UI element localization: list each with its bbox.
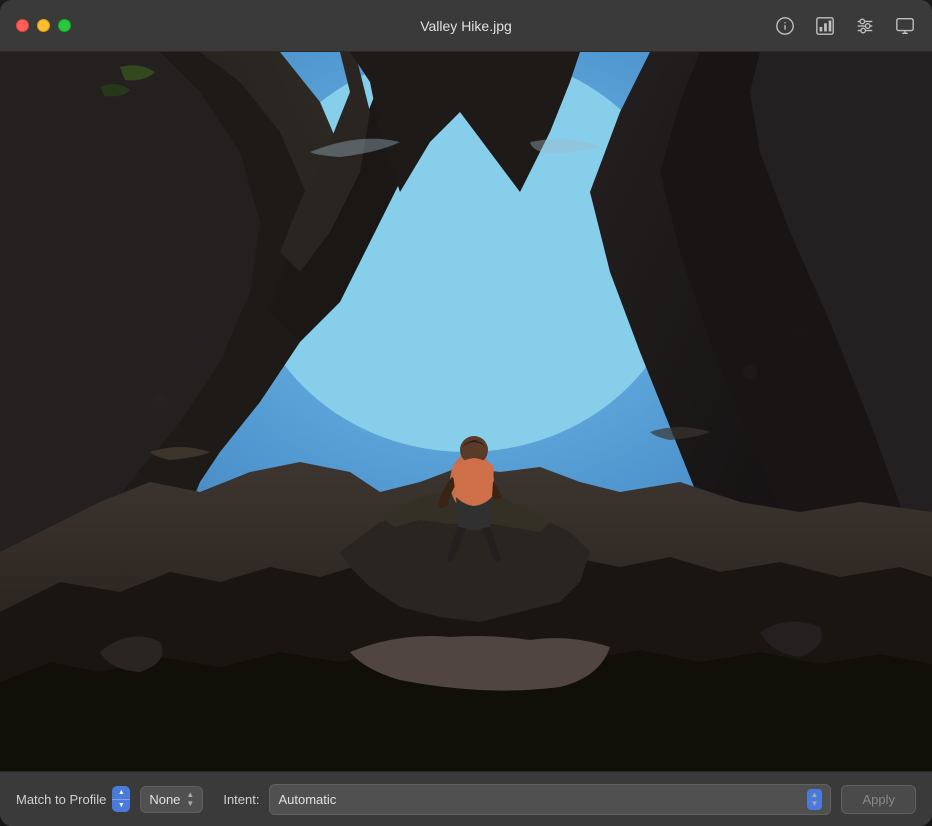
match-to-profile-stepper[interactable]: ▲ ▼ [112,786,130,812]
traffic-lights [16,19,71,32]
toolbar-icons [774,15,916,37]
intent-value: Automatic [278,792,336,807]
intent-chevron-down-icon: ▼ [811,800,819,808]
match-to-profile-wrapper: Match to Profile ▲ ▼ [16,786,130,812]
image-area [0,52,932,771]
stepper-down-icon[interactable]: ▼ [112,800,130,813]
profile-chevrons: ▲ ▼ [186,791,194,808]
profile-value: None [149,792,180,807]
photo-canvas [0,52,932,771]
title-bar: Valley Hike.jpg [0,0,932,52]
info-icon[interactable] [774,15,796,37]
photo-image [0,52,932,771]
window-title: Valley Hike.jpg [420,18,512,34]
histogram-icon[interactable] [814,15,836,37]
intent-chevrons[interactable]: ▲ ▼ [807,789,823,810]
chevron-down-icon: ▼ [186,800,194,808]
bottom-bar: Match to Profile ▲ ▼ None ▲ ▼ Intent: Au… [0,771,932,826]
maximize-button[interactable] [58,19,71,32]
chevron-up-icon: ▲ [186,791,194,799]
minimize-button[interactable] [37,19,50,32]
intent-chevron-up-icon: ▲ [811,791,819,799]
match-to-profile-label: Match to Profile [16,792,106,807]
intent-label: Intent: [223,792,259,807]
stepper-up-icon[interactable]: ▲ [112,786,130,800]
adjustments-icon[interactable] [854,15,876,37]
display-icon[interactable] [894,15,916,37]
profile-dropdown[interactable]: None ▲ ▼ [140,786,203,813]
apply-button[interactable]: Apply [841,785,916,814]
intent-dropdown[interactable]: Automatic ▲ ▼ [269,784,831,815]
main-window: Valley Hike.jpg [0,0,932,826]
close-button[interactable] [16,19,29,32]
